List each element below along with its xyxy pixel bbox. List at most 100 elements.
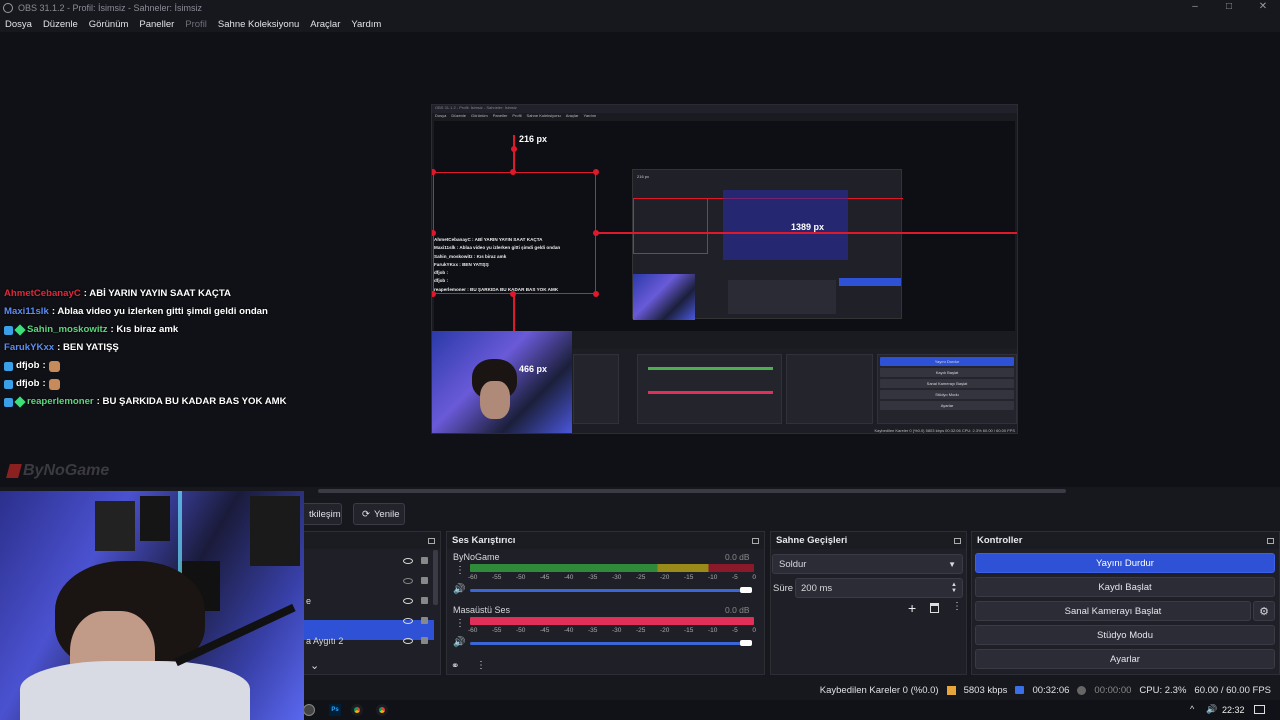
nested-chat-line: Sahin_moskowitz : Kıs biraz amk bbox=[434, 253, 507, 259]
menu-yardim[interactable]: Yardım bbox=[351, 19, 381, 30]
start-recording-button[interactable]: Kaydı Başlat bbox=[975, 577, 1275, 597]
volume-slider[interactable] bbox=[470, 589, 750, 592]
duration-value: 200 ms bbox=[801, 582, 833, 594]
notification-icon[interactable] bbox=[1254, 705, 1265, 714]
nested-meter-2 bbox=[648, 391, 773, 394]
minimize-icon[interactable]: – bbox=[1178, 0, 1212, 16]
lock-icon[interactable] bbox=[421, 557, 428, 564]
menu-araclar[interactable]: Araçlar bbox=[310, 19, 340, 30]
volume-slider-handle[interactable] bbox=[740, 640, 752, 646]
lock-icon[interactable] bbox=[421, 597, 428, 604]
duration-spinbox[interactable]: 200 ms ▲ ▼ bbox=[795, 578, 963, 598]
chat-message: dfjob: bbox=[4, 375, 287, 393]
lock-icon[interactable] bbox=[421, 577, 428, 584]
mixer-link-icon[interactable]: ⚭ bbox=[451, 661, 459, 672]
visibility-eye-icon[interactable] bbox=[403, 577, 413, 584]
refresh-button[interactable]: ⟳ Yenile bbox=[353, 503, 405, 525]
nested-control-button: Sanal Kamerayı Başlat bbox=[880, 379, 1014, 388]
visibility-eye-icon[interactable] bbox=[403, 557, 413, 564]
menu-paneller[interactable]: Paneller bbox=[139, 19, 174, 30]
source-row[interactable] bbox=[304, 611, 434, 630]
nested-menu-item: Dosya bbox=[435, 113, 447, 118]
maximize-icon[interactable]: □ bbox=[1212, 0, 1246, 16]
nested-menu-item: Sahne Koleksiyonu bbox=[526, 113, 561, 118]
undock-icon[interactable] bbox=[1267, 537, 1274, 544]
nested-mixer bbox=[637, 354, 782, 424]
channel-menu-icon[interactable]: ⋮ bbox=[455, 618, 465, 629]
visibility-eye-icon[interactable] bbox=[403, 637, 413, 644]
nested-transitions bbox=[786, 354, 873, 424]
scale-tick: -45 bbox=[540, 574, 550, 581]
trash-icon[interactable] bbox=[930, 603, 939, 613]
chat-text: : bbox=[42, 360, 46, 371]
add-transition-icon[interactable]: + bbox=[908, 600, 916, 616]
mixer-menu-icon[interactable]: ⋮ bbox=[476, 660, 486, 671]
volume-slider-handle[interactable] bbox=[740, 587, 752, 593]
chrome-taskbar-icon[interactable] bbox=[351, 704, 363, 716]
guide-top bbox=[513, 135, 515, 172]
obs-taskbar-icon[interactable] bbox=[303, 704, 315, 716]
start-virtual-camera-button[interactable]: Sanal Kamerayı Başlat bbox=[975, 601, 1251, 621]
nested-chat-line: FarukYKxx : BEN YATIŞŞ bbox=[434, 261, 489, 267]
poster-1 bbox=[95, 501, 135, 551]
volume-icon[interactable]: 🔊 bbox=[1206, 704, 1217, 715]
volume-meter bbox=[470, 564, 754, 572]
interact-button[interactable]: tkileşim bbox=[300, 503, 342, 525]
nested-webcam-face bbox=[480, 381, 510, 419]
menu-profil[interactable]: Profil bbox=[185, 19, 207, 30]
scale-tick: -15 bbox=[684, 574, 694, 581]
controls-header: Kontroller bbox=[972, 532, 1279, 549]
spin-arrows-icon[interactable]: ▲ ▼ bbox=[951, 582, 957, 594]
undock-icon[interactable] bbox=[428, 537, 435, 544]
close-icon[interactable]: ✕ bbox=[1246, 0, 1280, 16]
chrome-taskbar-icon-2[interactable] bbox=[376, 704, 388, 716]
meter-scale: -60 -55 -50 -45 -40 -35 -30 -25 -20 -15 -10 -5 0 bbox=[468, 574, 756, 581]
scene-transitions-header: Sahne Geçişleri bbox=[771, 532, 966, 549]
settings-button[interactable]: Ayarlar bbox=[975, 649, 1275, 669]
lock-icon[interactable] bbox=[421, 637, 428, 644]
inner-webcam bbox=[633, 274, 695, 320]
volume-slider[interactable] bbox=[470, 642, 750, 645]
sources-dock-header bbox=[301, 532, 440, 549]
chat-username: dfjob bbox=[16, 360, 40, 371]
lock-icon[interactable] bbox=[421, 617, 428, 624]
stop-streaming-button[interactable]: Yayını Durdur bbox=[975, 553, 1275, 573]
undock-icon[interactable] bbox=[752, 537, 759, 544]
menu-dosya[interactable]: Dosya bbox=[5, 19, 32, 30]
menu-duzenle[interactable]: Düzenle bbox=[43, 19, 78, 30]
virtual-camera-settings-gear-icon[interactable]: ⚙ bbox=[1253, 601, 1275, 621]
visibility-eye-icon[interactable] bbox=[403, 617, 413, 624]
mixer-channel-db: 0.0 dB bbox=[725, 552, 750, 562]
handle-mr bbox=[593, 230, 599, 236]
scale-tick: -30 bbox=[612, 574, 622, 581]
nested-screen-capture[interactable]: OBS 31.1.2 - Profil: İsimsiz - Sahneler:… bbox=[431, 104, 1018, 434]
chevron-down-icon[interactable]: ⌄ bbox=[310, 659, 319, 672]
menu-gorunum[interactable]: Görünüm bbox=[89, 19, 129, 30]
source-row[interactable] bbox=[304, 571, 434, 590]
nested-menu-item: Yardım bbox=[583, 113, 597, 118]
nested-chat: AhmetCebanayC : ABİ YARIN YAYIN SAAT KAÇ… bbox=[434, 236, 560, 294]
source-row[interactable]: a Aygıtı 2 bbox=[304, 631, 434, 650]
speaker-icon[interactable]: 🔊 bbox=[453, 584, 465, 595]
bitrate: 5803 kbps bbox=[963, 684, 1008, 696]
menu-sahne-koleksiyonu[interactable]: Sahne Koleksiyonu bbox=[218, 19, 299, 30]
studio-mode-button[interactable]: Stüdyo Modu bbox=[975, 625, 1275, 645]
dropped-frames: Kaybedilen Kareler 0 (%0.0) bbox=[819, 684, 939, 696]
source-row[interactable]: e bbox=[304, 591, 434, 610]
undock-icon[interactable] bbox=[954, 537, 961, 544]
nested-sources bbox=[573, 354, 619, 424]
status-bar: Kaybedilen Kareler 0 (%0.0) 5803 kbps 00… bbox=[300, 680, 1280, 700]
tray-chevron-icon[interactable]: ^ bbox=[1190, 704, 1194, 714]
chat-overlay: AhmetCebanayC: ABİ YARIN YAYIN SAAT KAÇT… bbox=[4, 285, 287, 411]
source-row[interactable] bbox=[304, 551, 434, 570]
nested-chat-line: AhmetCebanayC : ABİ YARIN YAYIN SAAT KAÇ… bbox=[434, 237, 543, 242]
transition-menu-icon[interactable]: ⋮ bbox=[952, 601, 962, 612]
photoshop-taskbar-icon[interactable]: Ps bbox=[329, 704, 341, 716]
transition-select[interactable]: Soldur ▼ bbox=[772, 554, 963, 574]
visibility-eye-icon[interactable] bbox=[403, 597, 413, 604]
chat-username: reaperlemoner bbox=[27, 396, 94, 407]
horizontal-scrollbar[interactable] bbox=[318, 489, 1066, 493]
stream-time: 00:32:06 bbox=[1032, 684, 1070, 696]
channel-menu-icon[interactable]: ⋮ bbox=[455, 565, 465, 576]
speaker-icon[interactable]: 🔊 bbox=[453, 637, 465, 648]
